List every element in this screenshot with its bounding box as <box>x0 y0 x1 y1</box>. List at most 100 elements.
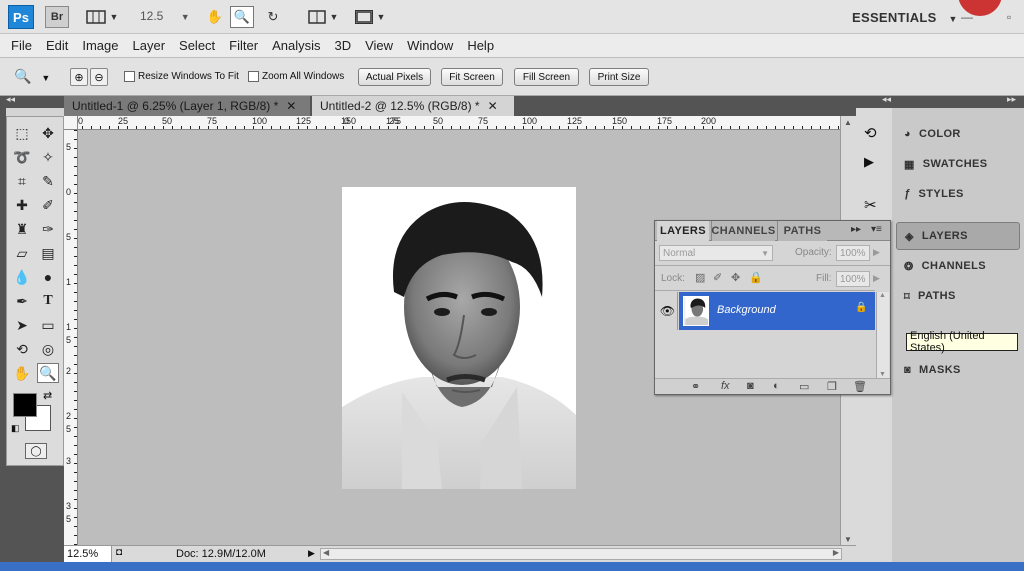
portrait-photo[interactable] <box>342 187 576 489</box>
hand-tool[interactable]: ✋ <box>11 363 33 383</box>
menu-file[interactable]: File <box>4 38 39 53</box>
magic-wand-tool[interactable]: ✧ <box>37 147 59 167</box>
shape-tool[interactable]: ▭ <box>37 315 59 335</box>
layer-row-background[interactable]: Background 🔒 <box>679 292 875 330</box>
lock-transparent-icon[interactable]: ▨ <box>695 271 705 284</box>
print-size-button[interactable]: Print Size <box>589 68 649 86</box>
maximize-button[interactable]: ▫ <box>1000 8 1018 26</box>
brush-tool[interactable]: ✐ <box>37 195 59 215</box>
menu-layer[interactable]: Layer <box>126 38 173 53</box>
healing-brush-tool[interactable]: ✚ <box>11 195 33 215</box>
opacity-slider-arrow-icon[interactable]: ▶ <box>873 247 880 258</box>
marquee-tool[interactable]: ⬚ <box>11 123 33 143</box>
new-layer-icon[interactable]: ❐ <box>827 380 837 393</box>
pen-tool[interactable]: ✒ <box>11 291 33 311</box>
zoom-field[interactable]: 12.5% <box>64 546 112 562</box>
zoom-tool[interactable]: 🔍 <box>37 363 59 383</box>
dock-item-channels[interactable]: ❂ CHANNELS <box>896 252 1020 280</box>
swap-colors-icon[interactable]: ⇄ <box>43 389 52 402</box>
actual-pixels-button[interactable]: Actual Pixels <box>358 68 431 86</box>
view-extras-button[interactable]: ▼ <box>82 6 122 28</box>
scroll-up-icon[interactable]: ▲ <box>879 292 886 299</box>
rotate-view-button[interactable]: ↻ <box>262 6 284 28</box>
menu-image[interactable]: Image <box>75 38 125 53</box>
trash-icon[interactable]: 🗑 <box>853 380 867 393</box>
clone-stamp-tool[interactable]: ♜ <box>11 219 33 239</box>
tab-channels[interactable]: CHANNELS <box>711 221 775 241</box>
eraser-tool[interactable]: ▱ <box>11 243 33 263</box>
opacity-field[interactable]: 100% <box>836 245 870 261</box>
expand-icon[interactable]: ▸▸ <box>1007 94 1016 105</box>
fill-field[interactable]: 100% <box>836 271 870 287</box>
actions-panel-button[interactable]: ▶ <box>864 154 874 170</box>
tab-untitled-1[interactable]: Untitled-1 @ 6.25% (Layer 1, RGB/8) * ✕ <box>64 96 310 116</box>
zoom-out-button[interactable]: ⊖ <box>90 68 108 86</box>
tab-layers[interactable]: LAYERS <box>657 221 709 241</box>
close-icon[interactable]: ✕ <box>286 99 296 113</box>
lock-all-icon[interactable]: 🔒 <box>749 271 763 284</box>
checkbox-box[interactable] <box>248 71 259 82</box>
crop-tool[interactable]: ⌗ <box>11 171 33 191</box>
default-colors-icon[interactable]: ◧ <box>11 423 20 434</box>
blend-mode-select[interactable]: Normal ▼ <box>659 245 773 261</box>
arrange-documents-button[interactable]: ▼ <box>305 6 341 28</box>
lasso-tool[interactable]: ➰ <box>11 147 33 167</box>
path-selection-tool[interactable]: ➤ <box>11 315 33 335</box>
collapse-icon[interactable]: ◂◂ <box>6 94 15 105</box>
tool-presets-button[interactable]: ✂ <box>864 196 877 214</box>
menu-select[interactable]: Select <box>172 38 222 53</box>
gradient-tool[interactable]: ▤ <box>37 243 59 263</box>
zoom-level-select[interactable]: 12.5 ▼ <box>140 9 190 23</box>
lock-pixels-icon[interactable]: ✐ <box>713 271 722 284</box>
quick-mask-button[interactable]: ◯ <box>25 443 47 459</box>
tab-paths[interactable]: PATHS <box>777 221 827 241</box>
horizontal-scrollbar[interactable]: ◀ ▶ <box>320 548 842 560</box>
link-layers-icon[interactable]: ⚭ <box>691 380 700 393</box>
add-mask-icon[interactable]: ◙ <box>747 380 754 392</box>
fx-icon[interactable]: fx <box>721 380 730 392</box>
dock-item-masks[interactable]: ◙ MASKS <box>896 356 1020 384</box>
lock-position-icon[interactable]: ✥ <box>731 271 740 284</box>
fill-screen-button[interactable]: Fill Screen <box>514 68 579 86</box>
status-options-icon[interactable]: ◘ <box>116 547 122 558</box>
hand-tool-button[interactable]: ✋ <box>204 6 226 28</box>
menu-3d[interactable]: 3D <box>327 38 358 53</box>
3d-rotate-tool[interactable]: ⟲ <box>11 339 33 359</box>
new-group-icon[interactable]: ▭ <box>799 380 809 393</box>
collapse-panel-icon[interactable]: ▸▸ <box>851 224 861 235</box>
checkbox-box[interactable] <box>124 71 135 82</box>
history-panel-button[interactable]: ⟲ <box>864 124 877 142</box>
adjustment-layer-icon[interactable]: ◐ <box>773 380 780 392</box>
scroll-down-icon[interactable]: ▼ <box>844 535 852 544</box>
menu-view[interactable]: View <box>358 38 400 53</box>
resize-windows-checkbox[interactable]: Resize Windows To Fit <box>124 71 239 82</box>
type-tool[interactable]: T <box>37 291 59 311</box>
menu-filter[interactable]: Filter <box>222 38 265 53</box>
ruler-origin[interactable] <box>64 116 78 130</box>
dock-item-layers[interactable]: ◈ LAYERS <box>896 222 1020 250</box>
scroll-right-icon[interactable]: ▶ <box>833 548 839 557</box>
zoom-tool-button[interactable]: 🔍 <box>230 6 254 28</box>
dock-item-paths[interactable]: ⌑ PATHS <box>896 282 1020 310</box>
scroll-left-icon[interactable]: ◀ <box>323 548 329 557</box>
zoom-in-button[interactable]: ⊕ <box>70 68 88 86</box>
menu-analysis[interactable]: Analysis <box>265 38 327 53</box>
dock-item-color[interactable]: ◕ COLOR <box>896 120 1020 148</box>
layer-visibility-toggle[interactable]: 👁 <box>658 292 678 330</box>
bridge-button[interactable]: Br <box>45 6 69 28</box>
tool-preset-picker[interactable]: 🔍 ▼ <box>14 68 50 85</box>
dock-item-styles[interactable]: ƒ STYLES <box>896 180 1020 208</box>
tab-untitled-2[interactable]: Untitled-2 @ 12.5% (RGB/8) * ✕ <box>312 96 514 116</box>
fill-slider-arrow-icon[interactable]: ▶ <box>873 273 880 284</box>
foreground-color-swatch-front[interactable] <box>13 393 37 417</box>
zoom-all-windows-checkbox[interactable]: Zoom All Windows <box>248 71 344 82</box>
menu-edit[interactable]: Edit <box>39 38 75 53</box>
menu-help[interactable]: Help <box>460 38 501 53</box>
close-icon[interactable]: ✕ <box>488 99 498 113</box>
scroll-down-icon[interactable]: ▼ <box>879 371 886 378</box>
3d-orbit-tool[interactable]: ◎ <box>37 339 59 359</box>
blur-tool[interactable]: 💧 <box>11 267 33 287</box>
workspace-switcher[interactable]: ESSENTIALS ▼ <box>852 10 958 25</box>
menu-window[interactable]: Window <box>400 38 460 53</box>
eyedropper-tool[interactable]: ✎ <box>37 171 59 191</box>
